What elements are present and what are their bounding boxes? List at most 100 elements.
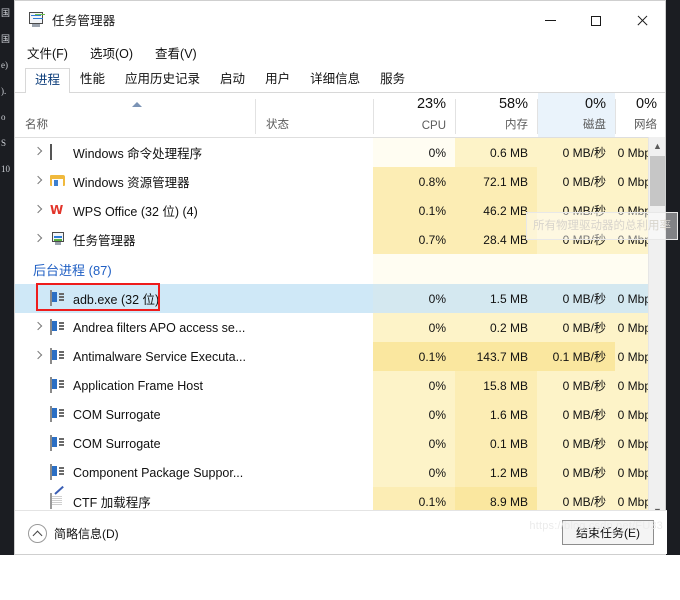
row-cpu-cell: 0.7% [373,225,455,254]
column-header-memory[interactable]: 58% 内存 [456,93,537,137]
vertical-scrollbar-thumb[interactable] [650,156,665,206]
row-disk-cell: 0 MB/秒 [537,138,615,167]
window-title: 任务管理器 [52,14,116,28]
row-cpu-cell: 0% [373,313,455,342]
vertical-scrollbar[interactable]: ▲ ▼ [648,137,665,519]
task-manager-window: 任务管理器 文件(F) 选项(O) 查看(V) 进程 性能 应用历史记录 启动 … [14,0,678,555]
tab-services[interactable]: 服务 [370,67,415,92]
row-name-cell[interactable]: Application Frame Host [15,371,373,400]
column-header-memory-pct: 58% [498,96,528,112]
menu-bar: 文件(F) 选项(O) 查看(V) [15,40,665,65]
tab-app-history-label: 应用历史记录 [125,72,201,86]
column-header-network-pct: 0% [636,96,657,112]
table-row[interactable]: 任务管理器 0.7% 28.4 MB 0 MB/秒 0 Mbps [15,225,665,254]
expand-chevron-icon[interactable] [32,350,44,362]
table-row[interactable]: Application Frame Host 0% 15.8 MB 0 MB/秒… [15,371,665,400]
table-row[interactable]: COM Surrogate 0% 1.6 MB 0 MB/秒 0 Mbps [15,400,665,429]
column-header-status[interactable]: 状态 [256,93,373,137]
row-memory-cell: 72.1 MB [455,167,537,196]
expand-chevron-icon[interactable] [32,321,44,333]
column-header-cpu[interactable]: 23% CPU [374,93,455,137]
column-header-memory-label: 内存 [505,119,528,131]
menu-item-file-label: 文件(F) [27,47,68,61]
table-row[interactable]: Andrea filters APO access se... 0% 0.2 M… [15,313,665,342]
row-name-cell[interactable]: Antimalware Service Executa... [15,342,373,371]
process-name: Antimalware Service Executa... [73,349,246,364]
window-controls [527,1,665,40]
chevron-up-icon [28,524,47,543]
generic-app-icon [50,406,65,422]
row-memory-cell: 0.2 MB [455,313,537,342]
title-bar: 任务管理器 [15,1,665,40]
table-row[interactable]: Windows 资源管理器 0.8% 72.1 MB 0 MB/秒 0 Mbps [15,167,665,196]
expand-chevron-icon[interactable] [32,204,44,216]
generic-app-icon [50,319,65,335]
fewer-details-label: 简略信息(D) [54,527,119,541]
tab-strip: 进程 性能 应用历史记录 启动 用户 详细信息 服务 [15,65,665,93]
generic-app-icon [50,435,65,451]
row-memory-cell: 46.2 MB [455,196,537,225]
row-name-cell[interactable]: Component Package Suppor... [15,458,373,487]
menu-item-options[interactable]: 选项(O) [90,43,133,62]
menu-item-view[interactable]: 查看(V) [155,43,197,62]
expand-chevron-icon[interactable] [32,233,44,245]
row-disk-cell: 0 MB/秒 [537,313,615,342]
row-name-cell[interactable]: Windows 命令处理程序 [15,138,373,167]
tab-processes[interactable]: 进程 [25,68,71,93]
column-header-disk[interactable]: 0% 磁盘 [538,93,615,137]
row-memory-cell: 143.7 MB [455,342,537,371]
table-row[interactable]: Windows 命令处理程序 0% 0.6 MB 0 MB/秒 0 Mbps [15,138,665,167]
tab-details[interactable]: 详细信息 [300,67,370,92]
expand-chevron-icon[interactable] [32,146,44,158]
tab-users[interactable]: 用户 [255,67,300,92]
row-name-cell[interactable]: Andrea filters APO access se... [15,313,373,342]
row-name-cell[interactable]: COM Surrogate [15,400,373,429]
row-disk-cell: 0 MB/秒 [537,196,615,225]
row-memory-cell: 1.5 MB [455,284,537,313]
generic-app-icon [50,377,65,393]
row-cpu-cell: 0.1% [373,196,455,225]
close-button[interactable] [619,1,665,40]
process-name: COM Surrogate [73,407,161,422]
row-cpu-cell: 0% [373,371,455,400]
row-name-cell[interactable]: COM Surrogate [15,429,373,458]
column-header-network[interactable]: 0% 网络 [616,93,666,137]
row-name-cell[interactable]: W WPS Office (32 位) (4) [15,196,373,225]
table-row[interactable]: adb.exe (32 位) 0% 1.5 MB 0 MB/秒 0 Mbps [15,284,665,313]
wps-office-icon: W [50,203,64,217]
tab-performance[interactable]: 性能 [70,67,115,92]
generic-app-icon [50,464,65,480]
fewer-details-button[interactable]: 简略信息(D) [28,524,119,543]
scroll-up-icon[interactable]: ▲ [649,137,666,154]
minimize-button[interactable] [527,1,573,40]
row-memory-cell: 1.6 MB [455,400,537,429]
row-memory-cell: 28.4 MB [455,225,537,254]
row-memory-cell: 15.8 MB [455,371,537,400]
group-header-background-processes[interactable]: 后台进程 (87) [15,254,665,284]
table-row[interactable]: W WPS Office (32 位) (4) 0.1% 46.2 MB 0 M… [15,196,665,225]
row-disk-cell: 0 MB/秒 [537,167,615,196]
tab-app-history[interactable]: 应用历史记录 [115,67,210,92]
process-list-area: 名称 状态 23% CPU 58% 内存 0% 磁盘 0% 网络 C:\ Win… [15,93,678,533]
end-task-button[interactable]: 结束任务(E) [562,520,654,545]
tab-services-label: 服务 [380,72,406,86]
column-header-name[interactable]: 名称 [15,93,255,137]
table-row[interactable]: COM Surrogate 0% 0.1 MB 0 MB/秒 0 Mbps [15,429,665,458]
group-memory-cell [455,254,537,284]
process-rows: Windows 命令处理程序 0% 0.6 MB 0 MB/秒 0 Mbps W… [15,138,665,520]
table-row[interactable]: Antimalware Service Executa... 0.1% 143.… [15,342,665,371]
close-icon [636,15,648,27]
maximize-button[interactable] [573,1,619,40]
folder-icon [50,174,65,189]
menu-item-file[interactable]: 文件(F) [27,43,68,62]
tab-performance-label: 性能 [80,72,106,86]
column-header-disk-pct: 0% [585,96,606,112]
row-memory-cell: 0.6 MB [455,138,537,167]
row-name-cell[interactable]: 任务管理器 [15,225,373,254]
row-name-cell[interactable]: Windows 资源管理器 [15,167,373,196]
row-name-cell[interactable]: adb.exe (32 位) [15,284,373,313]
tab-startup[interactable]: 启动 [210,67,255,92]
table-row[interactable]: Component Package Suppor... 0% 1.2 MB 0 … [15,458,665,487]
row-cpu-cell: 0.1% [373,342,455,371]
expand-chevron-icon[interactable] [32,175,44,187]
